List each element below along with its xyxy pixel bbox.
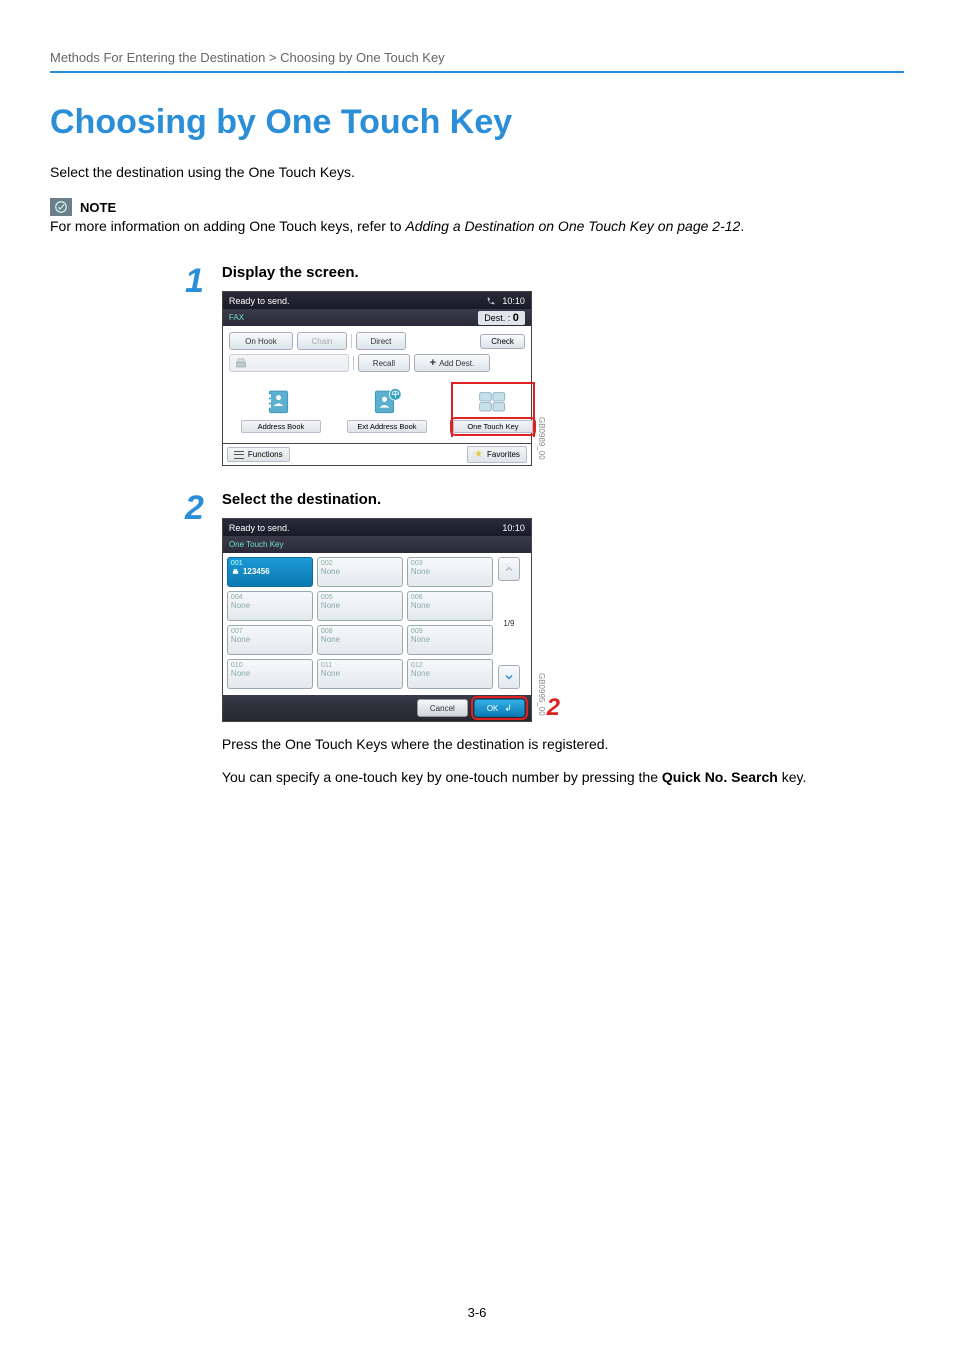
status-text: Ready to send. [229, 523, 290, 533]
add-destination-button[interactable]: +Add Dest. [414, 354, 490, 372]
ext-address-book-icon [370, 386, 404, 416]
step-2-title: Select the destination. [222, 491, 904, 508]
note-body: For more information on adding One Touch… [50, 218, 904, 234]
chain-button[interactable]: Chain [297, 332, 347, 350]
fax-machine-icon [234, 357, 248, 369]
screen-id: GB0989_00 [537, 417, 546, 460]
note-link-text: Adding a Destination on One Touch Key on… [405, 218, 740, 234]
address-book-icon [264, 386, 298, 416]
address-book-label: Address Book [241, 420, 321, 433]
one-touch-key-006[interactable]: 006None [407, 591, 493, 621]
page-indicator: 1/9 [503, 619, 514, 628]
ext-address-book-button[interactable]: Ext Address Book [347, 386, 427, 433]
step-2-body-2: You can specify a one-touch key by one-t… [222, 767, 904, 788]
step-1-title: Display the screen. [222, 264, 904, 281]
header-rule [50, 71, 904, 73]
one-touch-key-button[interactable]: One Touch Key [453, 386, 533, 433]
clock-text: 10:10 [502, 523, 525, 533]
destination-list[interactable] [229, 354, 349, 372]
menu-icon [234, 451, 244, 459]
step-1-number: 1 [185, 264, 204, 466]
page-up-button[interactable] [498, 557, 520, 581]
recall-button[interactable]: Recall [358, 354, 410, 372]
chevron-down-icon [503, 671, 515, 683]
screen-id: GB0995_00 [537, 673, 546, 716]
one-touch-key-005[interactable]: 005None [317, 591, 403, 621]
one-touch-key-008[interactable]: 008None [317, 625, 403, 655]
check-button[interactable]: Check [480, 334, 525, 349]
cancel-button[interactable]: Cancel [417, 699, 468, 717]
intro-text: Select the destination using the One Tou… [50, 164, 904, 180]
ok-button[interactable]: OK↲ [474, 699, 525, 717]
plus-icon: + [430, 357, 436, 369]
note-label: NOTE [80, 200, 116, 215]
enter-icon: ↲ [504, 703, 512, 714]
note-prefix: For more information on adding One Touch… [50, 218, 405, 234]
note-suffix: . [740, 218, 744, 234]
ext-address-book-label: Ext Address Book [347, 420, 427, 433]
page-title: Choosing by One Touch Key [50, 103, 904, 142]
status-text: Ready to send. [229, 296, 290, 306]
one-touch-key-003[interactable]: 003None [407, 557, 493, 587]
one-touch-key-012[interactable]: 012None [407, 659, 493, 689]
mode-label: One Touch Key [229, 540, 284, 549]
clock-text: 10:10 [502, 296, 525, 306]
page-number: 3-6 [0, 1305, 954, 1320]
one-touch-key-001[interactable]: 001123456 [227, 557, 313, 587]
step-2-body-1: Press the One Touch Keys where the desti… [222, 734, 904, 755]
favorites-button[interactable]: ★ Favorites [467, 446, 527, 463]
one-touch-panel: Ready to send. 10:10 One Touch Key 00112… [222, 518, 532, 722]
fax-send-panel: Ready to send. 10:10 FAX Dest. : 0 On Ho… [222, 291, 532, 466]
breadcrumb: Methods For Entering the Destination > C… [50, 50, 904, 65]
mode-label: FAX [229, 313, 244, 322]
address-book-button[interactable]: Address Book [241, 386, 321, 433]
on-hook-button[interactable]: On Hook [229, 332, 293, 350]
one-touch-keys-grid: 001123456002None003None 004None005None006… [227, 557, 493, 689]
step-2-number: 2 [185, 491, 204, 788]
callout-number: 2 [547, 694, 560, 722]
one-touch-key-010[interactable]: 010None [227, 659, 313, 689]
one-touch-key-icon [476, 386, 510, 416]
note-icon [50, 198, 72, 216]
fax-small-icon [231, 568, 240, 575]
one-touch-key-004[interactable]: 004None [227, 591, 313, 621]
one-touch-key-009[interactable]: 009None [407, 625, 493, 655]
direct-button[interactable]: Direct [356, 332, 406, 350]
star-icon: ★ [474, 449, 483, 460]
one-touch-key-007[interactable]: 007None [227, 625, 313, 655]
chevron-up-icon [503, 563, 515, 575]
page-down-button[interactable] [498, 665, 520, 689]
one-touch-key-002[interactable]: 002None [317, 557, 403, 587]
one-touch-key-011[interactable]: 011None [317, 659, 403, 689]
phone-icon [486, 296, 496, 306]
one-touch-key-label: One Touch Key [453, 420, 533, 433]
dest-count: Dest. : 0 [478, 311, 525, 325]
functions-button[interactable]: Functions [227, 447, 290, 462]
